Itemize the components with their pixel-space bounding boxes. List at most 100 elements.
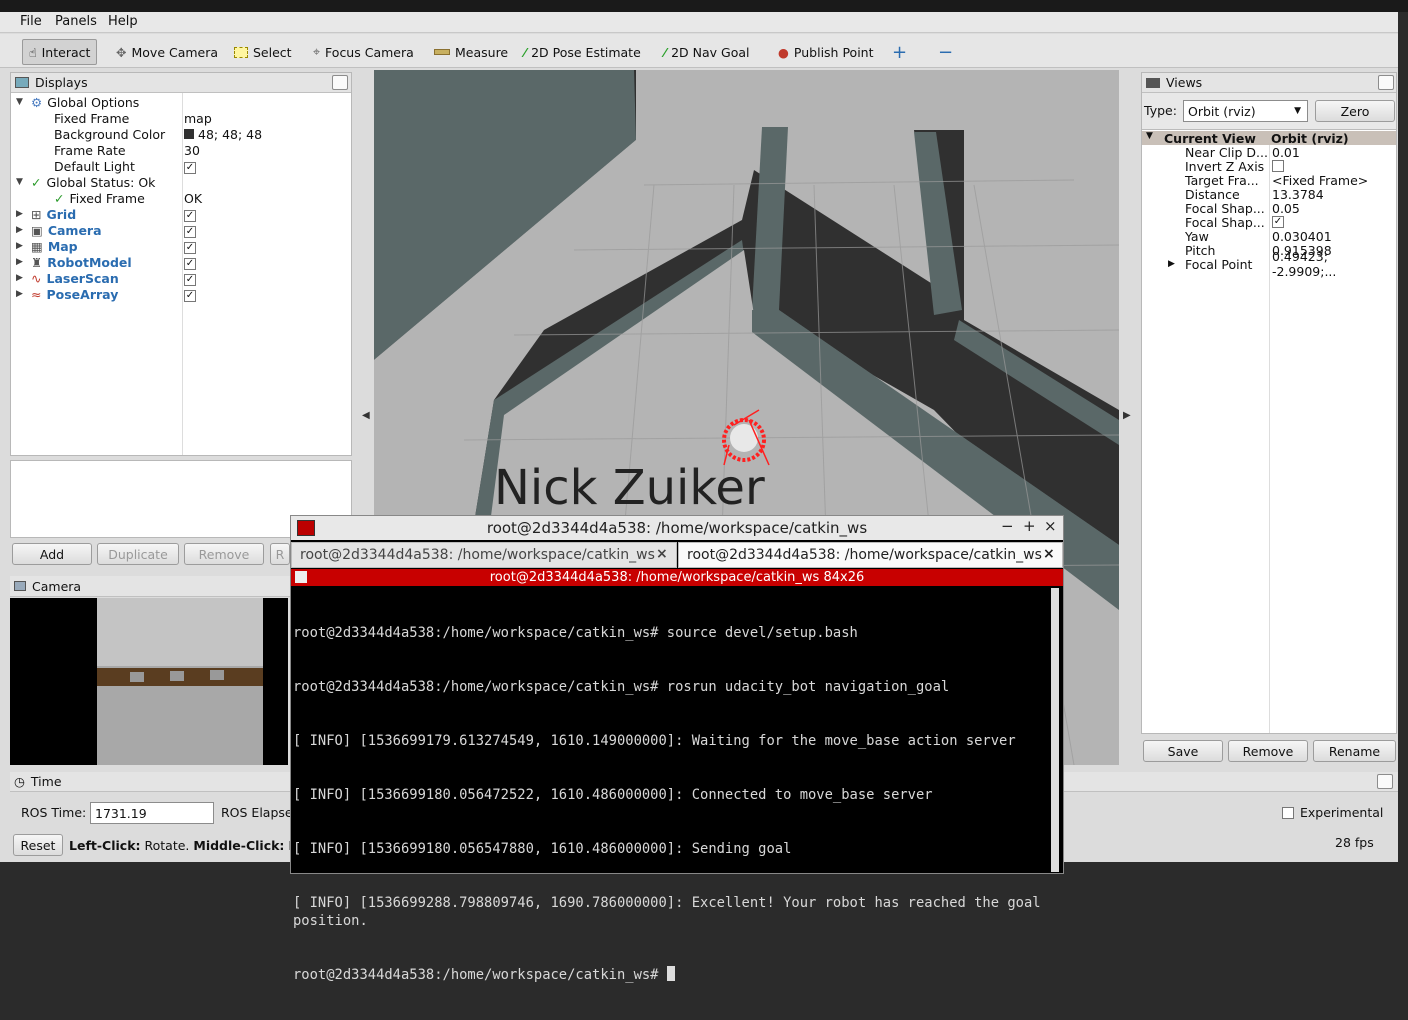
- expand-arrow-icon[interactable]: ▶: [16, 225, 26, 235]
- move-camera-tool-button[interactable]: ✥ Move Camera: [110, 39, 224, 65]
- left-collapse-arrow-icon[interactable]: ◀: [362, 410, 370, 421]
- terminal-line: [ INFO] [1536699180.056472522, 1610.4860…: [293, 787, 933, 803]
- remove-view-button[interactable]: Remove: [1228, 740, 1308, 762]
- view-type-select[interactable]: Orbit (rviz) ▼: [1183, 100, 1308, 122]
- pose-estimate-tool-button[interactable]: ⁄ 2D Pose Estimate: [518, 39, 647, 65]
- property-row[interactable]: Default Light ✓: [11, 158, 351, 174]
- status-row[interactable]: ✓ Fixed Frame OK: [11, 190, 351, 206]
- tab-label: root@2d3344d4a538: /home/workspace/catki…: [300, 547, 655, 563]
- menu-help[interactable]: Help: [108, 14, 138, 29]
- global-options-row[interactable]: ▼ ⚙ Global Options: [11, 94, 351, 110]
- terminal-tab-2[interactable]: root@2d3344d4a538: /home/workspace/catki…: [678, 542, 1063, 568]
- property-row[interactable]: Background Color 48; 48; 48: [11, 126, 351, 142]
- property-value[interactable]: 30: [184, 143, 200, 158]
- color-swatch[interactable]: [184, 129, 194, 139]
- display-item-robotmodel[interactable]: ▶ ♜ RobotModel ✓: [11, 254, 351, 270]
- expand-arrow-icon[interactable]: ▶: [16, 209, 26, 219]
- right-collapse-arrow-icon[interactable]: ▶: [1123, 410, 1131, 421]
- duplicate-display-button[interactable]: Duplicate: [97, 543, 179, 565]
- select-tool-button[interactable]: Select: [228, 39, 298, 65]
- display-item-grid[interactable]: ▶ ⊞ Grid ✓: [11, 206, 351, 222]
- interact-tool-button[interactable]: ☝ Interact: [22, 39, 98, 65]
- nav-goal-tool-button[interactable]: ⁄ 2D Nav Goal: [658, 39, 756, 65]
- display-checkbox[interactable]: ✓: [184, 242, 196, 254]
- expand-arrow-icon[interactable]: ▶: [16, 273, 26, 283]
- ros-time-label: ROS Time:: [21, 805, 87, 820]
- view-property-row[interactable]: Focal Shap... ✓: [1144, 215, 1396, 230]
- invert-z-checkbox[interactable]: [1272, 160, 1284, 172]
- split-icon[interactable]: [295, 571, 307, 583]
- displays-undock-button[interactable]: [332, 75, 348, 90]
- remove-display-button[interactable]: Remove: [184, 543, 264, 565]
- display-checkbox[interactable]: ✓: [184, 290, 196, 302]
- close-tab-icon[interactable]: ×: [656, 546, 668, 562]
- terminal-scrollbar[interactable]: [1051, 588, 1059, 872]
- save-view-button[interactable]: Save: [1143, 740, 1223, 762]
- view-property-row[interactable]: Target Fra... <Fixed Frame>: [1144, 173, 1396, 188]
- reset-button[interactable]: Reset: [13, 834, 63, 856]
- remove-tool-icon[interactable]: −: [932, 39, 959, 65]
- terminal-line: [ INFO] [1536699288.798809746, 1690.7860…: [293, 895, 1049, 929]
- expand-arrow-icon[interactable]: ▶: [16, 257, 26, 267]
- expand-arrow-icon[interactable]: ▶: [1168, 259, 1175, 269]
- property-row[interactable]: Frame Rate 30: [11, 142, 351, 158]
- property-value[interactable]: 0.49423; -2.9909;...: [1272, 249, 1396, 279]
- experimental-checkbox[interactable]: [1282, 807, 1294, 819]
- current-view-header[interactable]: ▼ Current View Orbit (rviz): [1142, 131, 1396, 146]
- ros-time-field[interactable]: 1731.19: [90, 802, 214, 824]
- minimize-icon[interactable]: −: [1001, 517, 1014, 535]
- view-property-row[interactable]: Yaw 0.030401: [1144, 229, 1396, 244]
- add-tool-icon[interactable]: +: [886, 39, 913, 65]
- terminal-titlebar[interactable]: root@2d3344d4a538: /home/workspace/catki…: [291, 516, 1063, 540]
- close-tab-icon[interactable]: ×: [1043, 546, 1055, 562]
- add-display-button[interactable]: Add: [12, 543, 92, 565]
- zero-button[interactable]: Zero: [1315, 100, 1395, 122]
- views-undock-button[interactable]: [1378, 75, 1394, 90]
- menu-bar: File Panels Help: [0, 12, 1398, 33]
- terminal-output[interactable]: root@2d3344d4a538:/home/workspace/catkin…: [293, 588, 1051, 983]
- focal-shape-checkbox[interactable]: ✓: [1272, 216, 1284, 228]
- view-property-row[interactable]: Near Clip D... 0.01: [1144, 145, 1396, 160]
- view-property-row[interactable]: Distance 13.3784: [1144, 187, 1396, 202]
- menu-file[interactable]: File: [20, 14, 42, 29]
- rename-view-button[interactable]: Rename: [1313, 740, 1396, 762]
- focus-camera-tool-button[interactable]: ⌖ Focus Camera: [307, 39, 420, 65]
- property-value[interactable]: 0.01: [1272, 145, 1300, 160]
- display-checkbox[interactable]: ✓: [184, 226, 196, 238]
- property-value[interactable]: <Fixed Frame>: [1272, 173, 1368, 188]
- camera-icon: [14, 581, 26, 591]
- menu-panels[interactable]: Panels: [55, 14, 97, 29]
- terminal-tab-1[interactable]: root@2d3344d4a538: /home/workspace/catki…: [291, 542, 677, 568]
- display-item-posearray[interactable]: ▶ ≈ PoseArray ✓: [11, 286, 351, 302]
- global-status-row[interactable]: ▼ ✓ Global Status: Ok: [11, 174, 351, 190]
- views-header: Views: [1142, 73, 1396, 93]
- property-value[interactable]: 48; 48; 48: [198, 127, 262, 142]
- display-checkbox[interactable]: ✓: [184, 210, 196, 222]
- expand-arrow-icon[interactable]: ▶: [16, 289, 26, 299]
- property-row[interactable]: Fixed Frame map: [11, 110, 351, 126]
- terminal-window[interactable]: root@2d3344d4a538: /home/workspace/catki…: [290, 515, 1064, 983]
- property-value[interactable]: map: [184, 111, 212, 126]
- view-property-row[interactable]: Focal Shap... 0.05: [1144, 201, 1396, 216]
- view-property-row[interactable]: Invert Z Axis: [1144, 159, 1396, 174]
- time-undock-button[interactable]: [1377, 774, 1393, 789]
- expand-arrow-icon[interactable]: ▼: [1146, 131, 1153, 141]
- maximize-icon[interactable]: +: [1023, 517, 1036, 535]
- expand-arrow-icon[interactable]: ▼: [16, 97, 26, 107]
- default-light-checkbox[interactable]: ✓: [184, 162, 196, 174]
- close-icon[interactable]: ×: [1044, 517, 1057, 535]
- expand-arrow-icon[interactable]: ▼: [16, 177, 26, 187]
- display-item-map[interactable]: ▶ ▦ Map ✓: [11, 238, 351, 254]
- measure-tool-button[interactable]: Measure: [428, 39, 514, 65]
- property-value[interactable]: 13.3784: [1272, 187, 1324, 202]
- property-value[interactable]: 0.05: [1272, 201, 1300, 216]
- rename-display-button[interactable]: R: [270, 543, 290, 565]
- display-checkbox[interactable]: ✓: [184, 274, 196, 286]
- display-checkbox[interactable]: ✓: [184, 258, 196, 270]
- publish-point-tool-button[interactable]: ● Publish Point: [772, 39, 880, 65]
- display-item-laserscan[interactable]: ▶ ∿ LaserScan ✓: [11, 270, 351, 286]
- view-property-row[interactable]: ▶ Focal Point 0.49423; -2.9909;...: [1144, 249, 1396, 279]
- display-item-camera[interactable]: ▶ ▣ Camera ✓: [11, 222, 351, 238]
- property-value[interactable]: 0.030401: [1272, 229, 1332, 244]
- expand-arrow-icon[interactable]: ▶: [16, 241, 26, 251]
